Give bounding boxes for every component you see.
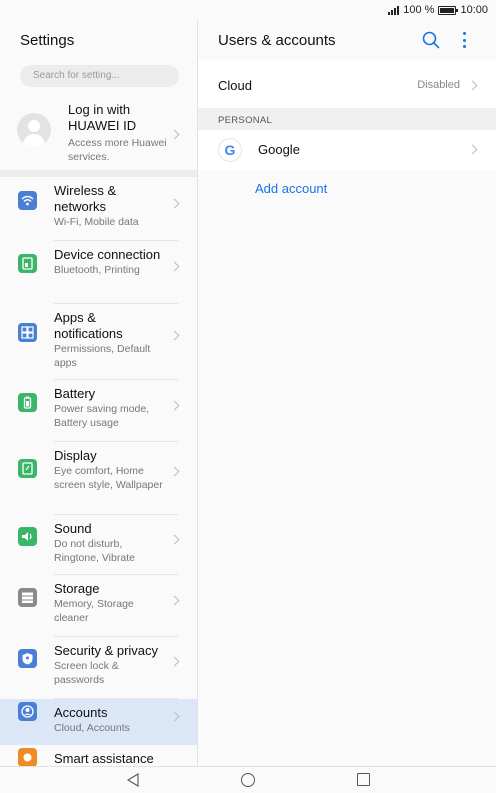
chevron-right-icon <box>467 144 478 155</box>
cloud-status: Disabled <box>417 79 460 91</box>
chevron-right-icon <box>169 466 180 477</box>
sidebar-item-label: Device connection <box>54 247 161 262</box>
sidebar-item-subtitle: Bluetooth, Printing <box>54 264 140 276</box>
apps-icon <box>18 323 37 342</box>
sidebar-item-device-connection[interactable]: Device connection Bluetooth, Printing <box>0 241 197 304</box>
avatar <box>17 113 51 147</box>
chevron-right-icon <box>169 261 180 272</box>
sidebar-item-subtitle: Do not disturb, Ringtone, Vibrate <box>54 538 135 564</box>
smart-assistance-icon <box>18 748 37 766</box>
battery-status-icon <box>438 5 459 15</box>
sidebar-item-security-privacy[interactable]: Security & privacy Screen lock & password… <box>0 637 197 699</box>
home-icon[interactable] <box>241 773 255 787</box>
settings-search-input[interactable]: Search for setting... <box>20 65 179 87</box>
google-logo-icon: G <box>218 138 242 162</box>
sidebar-item-text: Smart assistance <box>54 751 164 766</box>
status-indicators: 100 % 10:00 <box>388 4 488 16</box>
account-icon <box>18 702 37 721</box>
sidebar-item-text: Sound Do not disturb, Ringtone, Vibrate <box>54 521 164 565</box>
sidebar-item-text: Wireless & networks Wi-Fi, Mobile data <box>54 183 164 229</box>
google-account-label: Google <box>258 142 300 157</box>
sidebar-item-label: Battery <box>54 386 96 401</box>
sidebar-item-label: Smart assistance <box>54 751 154 766</box>
sidebar-item-subtitle: Cloud, Accounts <box>54 722 130 734</box>
sound-icon <box>18 527 37 546</box>
google-account-row[interactable]: G Google <box>198 130 496 170</box>
sidebar-item-smart-assistance[interactable]: Smart assistance <box>0 745 197 766</box>
sidebar-item-storage[interactable]: Storage Memory, Storage cleaner <box>0 575 197 637</box>
section-divider <box>0 170 197 177</box>
sidebar-item-text: Display Eye comfort, Home screen style, W… <box>54 448 164 492</box>
chevron-right-icon <box>169 400 180 411</box>
login-subtitle: Access more Huawei services. <box>68 137 167 163</box>
settings-title: Settings <box>20 32 75 49</box>
display-icon <box>18 459 37 478</box>
login-title: Log in with HUAWEI ID <box>68 102 137 133</box>
sidebar-item-text: Accounts Cloud, Accounts <box>54 705 164 735</box>
chevron-right-icon <box>169 330 180 341</box>
sidebar-item-text: Device connection Bluetooth, Printing <box>54 247 164 277</box>
chevron-right-icon <box>169 534 180 545</box>
settings-pane: Settings Search for setting... Log in wi… <box>0 20 198 766</box>
device-connection-icon <box>18 254 37 273</box>
section-label: PERSONAL <box>218 115 273 126</box>
battery-icon <box>18 393 37 412</box>
storage-icon <box>18 588 37 607</box>
shield-icon <box>18 649 37 668</box>
huawei-id-login[interactable]: Log in with HUAWEI ID Access more Huawei… <box>0 96 197 172</box>
sidebar-item-text: Security & privacy Screen lock & password… <box>54 643 164 687</box>
clock: 10:00 <box>460 4 488 16</box>
sidebar-item-label: Wireless & networks <box>54 183 117 214</box>
sidebar-item-accounts[interactable]: Accounts Cloud, Accounts <box>0 699 197 745</box>
sidebar-item-subtitle: Eye comfort, Home screen style, Wallpape… <box>54 465 163 491</box>
chevron-right-icon <box>169 711 180 722</box>
page-title: Users & accounts <box>218 32 336 49</box>
add-account-button[interactable]: Add account <box>255 181 327 196</box>
sidebar-item-battery[interactable]: Battery Power saving mode, Battery usage <box>0 380 197 442</box>
sidebar-item-label: Display <box>54 448 97 463</box>
chevron-right-icon <box>169 595 180 606</box>
search-icon[interactable] <box>422 31 440 49</box>
sidebar-item-text: Battery Power saving mode, Battery usage <box>54 386 164 430</box>
wifi-icon <box>18 191 37 210</box>
status-bar: 100 % 10:00 <box>0 0 496 20</box>
signal-icon <box>388 5 400 15</box>
section-header: PERSONAL <box>198 108 496 130</box>
sidebar-item-display[interactable]: Display Eye comfort, Home screen style, W… <box>0 442 197 515</box>
back-icon[interactable] <box>126 773 140 787</box>
sidebar-item-label: Apps & notifications <box>54 310 123 341</box>
cloud-row[interactable]: Cloud Disabled <box>198 60 496 110</box>
chevron-right-icon <box>169 198 180 209</box>
sidebar-item-sound[interactable]: Sound Do not disturb, Ringtone, Vibrate <box>0 515 197 575</box>
sidebar-item-label: Security & privacy <box>54 643 159 658</box>
sidebar-item-subtitle: Screen lock & passwords <box>54 660 119 686</box>
sidebar-item-subtitle: Power saving mode, Battery usage <box>54 403 150 429</box>
sidebar-item-apps-notifications[interactable]: Apps & notifications Permissions, Default… <box>0 304 197 380</box>
sidebar-item-label: Storage <box>54 581 100 596</box>
navigation-bar <box>0 766 496 793</box>
sidebar-item-text: Apps & notifications Permissions, Default… <box>54 310 164 370</box>
sidebar-item-label: Accounts <box>54 705 108 720</box>
accounts-pane: Users & accounts Cloud Disabled PERSONAL… <box>198 20 496 766</box>
sidebar-item-subtitle: Memory, Storage cleaner <box>54 598 134 624</box>
cloud-label: Cloud <box>218 78 252 93</box>
sidebar-item-subtitle: Permissions, Default apps <box>54 343 151 369</box>
recent-apps-icon[interactable] <box>357 773 370 786</box>
chevron-right-icon <box>467 80 478 91</box>
sidebar-item-subtitle: Wi-Fi, Mobile data <box>54 216 139 228</box>
sidebar-item-text: Storage Memory, Storage cleaner <box>54 581 164 625</box>
sidebar-item-wireless-networks[interactable]: Wireless & networks Wi-Fi, Mobile data <box>0 177 197 241</box>
more-options-icon[interactable] <box>460 31 468 49</box>
chevron-right-icon <box>169 656 180 667</box>
battery-percent: 100 % <box>403 4 435 16</box>
sidebar-item-label: Sound <box>54 521 92 536</box>
